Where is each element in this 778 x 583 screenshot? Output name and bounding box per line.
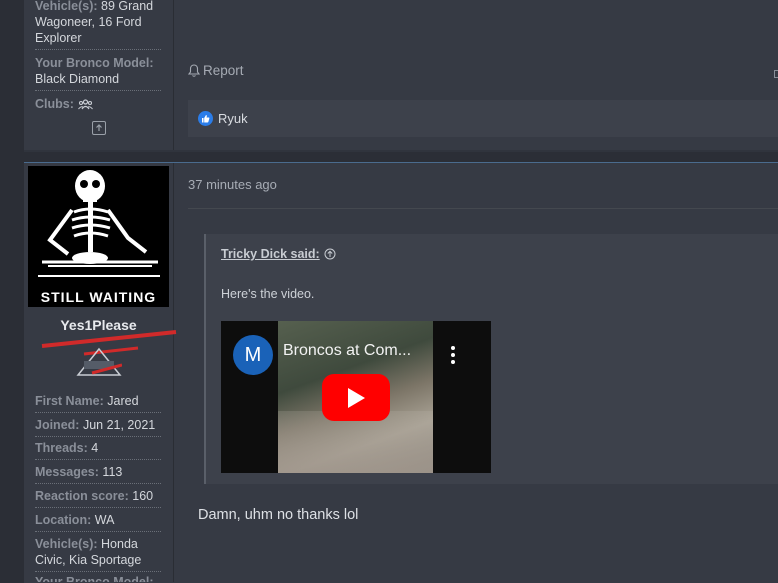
report-label: Report (203, 63, 244, 78)
quote-text: Here's the video. (221, 287, 315, 301)
post-header-divider (188, 208, 778, 209)
stat-key: Your Bronco Model: (35, 56, 154, 70)
stat-key: First Name: (35, 394, 104, 408)
arrow-up-box-icon (92, 121, 106, 135)
stat-key: Messages: (35, 465, 99, 479)
stat-vehicles: Vehicle(s): 89 Grand Wagoneer, 16 Ford E… (35, 0, 161, 50)
stat-bronco-model: Your Bronco Model: (35, 574, 161, 582)
stat-key: Reaction score: (35, 489, 129, 503)
post-timestamp-link[interactable]: 37 minutes ago (188, 177, 277, 192)
page-gutter (0, 0, 24, 582)
stat-value: WA (94, 513, 115, 527)
more-vertical-icon[interactable] (449, 345, 457, 365)
stat-key: Threads: (35, 441, 88, 455)
bell-icon (188, 64, 200, 77)
play-icon (348, 387, 365, 408)
reaction-users-link[interactable]: Ryuk (218, 111, 248, 126)
stat-clubs: Clubs: (35, 96, 161, 112)
quote-author-link[interactable]: Tricky Dick said: (221, 247, 336, 261)
stat-key: Location: (35, 513, 92, 527)
stat-value: Jared (107, 394, 139, 408)
stat-first-name: First Name: Jared (35, 393, 161, 413)
stat-location: Location: WA (35, 512, 161, 532)
stat-reaction-score: Reaction score: 160 (35, 488, 161, 508)
stat-value: Jun 21, 2021 (82, 418, 156, 432)
stat-key: Clubs: (35, 97, 74, 111)
channel-avatar[interactable]: M (233, 335, 273, 375)
club-badge-icon[interactable] (76, 347, 122, 377)
users-icon[interactable] (78, 98, 93, 110)
report-link[interactable]: Report (188, 63, 244, 78)
youtube-video-embed[interactable]: M Broncos at Com... (221, 321, 491, 473)
collapse-userinfo-button[interactable] (92, 121, 106, 135)
stat-key: Vehicle(s): (35, 0, 98, 13)
skeleton-avatar-image (38, 170, 160, 277)
avatar-caption: STILL WAITING (40, 289, 157, 305)
stat-key: Joined: (35, 418, 80, 432)
jump-to-quote-icon[interactable] (324, 248, 336, 260)
stat-value: 160 (132, 489, 154, 503)
reactions-bar: Ryuk (188, 100, 778, 137)
stat-key: Your Bronco Model: (35, 575, 154, 582)
like-icon (198, 111, 213, 126)
post-body-text: Damn, uhm no thanks lol (198, 507, 359, 523)
play-button[interactable] (322, 374, 390, 421)
quote-author-name: Tricky Dick said: (221, 247, 320, 261)
stat-bronco-model: Your Bronco Model: Black Diamond (35, 55, 161, 91)
stat-joined: Joined: Jun 21, 2021 (35, 417, 161, 437)
stat-value: Black Diamond (35, 72, 120, 86)
video-title[interactable]: Broncos at Com... (283, 342, 411, 360)
stat-value[interactable]: 113 (102, 465, 122, 479)
stat-threads: Threads: 4 (35, 440, 161, 460)
stat-messages: Messages: 113 (35, 464, 161, 484)
stat-value[interactable]: 4 (91, 441, 98, 455)
avatar[interactable]: STILL WAITING (28, 166, 169, 307)
stat-vehicles: Vehicle(s): Honda Civic, Kia Sportage (35, 536, 161, 572)
share-icon[interactable] (774, 70, 778, 78)
stat-key: Vehicle(s): (35, 537, 98, 551)
